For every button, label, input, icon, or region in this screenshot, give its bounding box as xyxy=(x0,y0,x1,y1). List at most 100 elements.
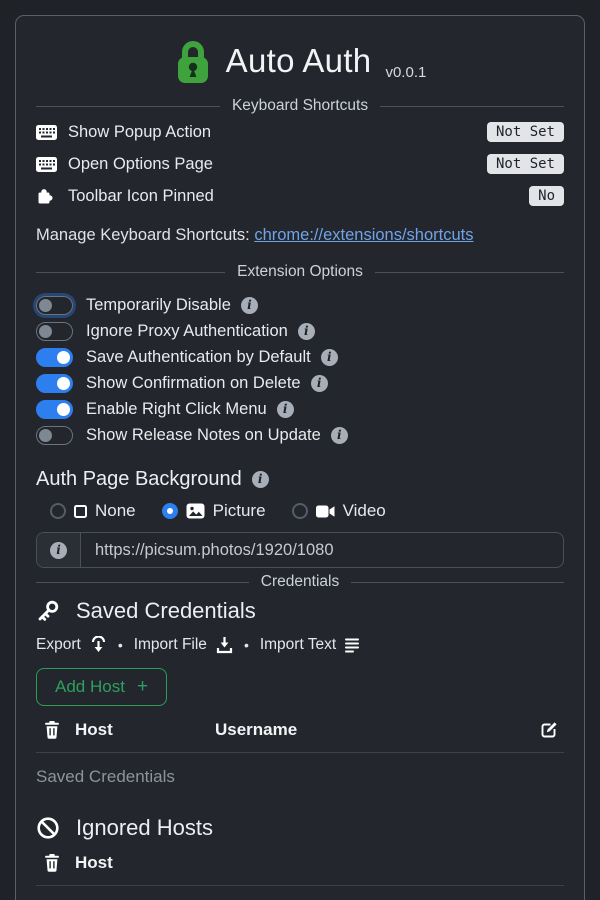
key-icon xyxy=(36,599,60,623)
background-url-field: i xyxy=(36,532,564,568)
toggle-label: Show Release Notes on Update xyxy=(86,426,321,445)
auth-page-background-heading: Auth Page Background i xyxy=(36,466,564,492)
delete-column-icon[interactable] xyxy=(44,854,60,872)
edit-column-icon[interactable] xyxy=(540,721,558,739)
keyboard-shortcuts-divider: Keyboard Shortcuts xyxy=(36,96,564,116)
page-title: Auto Auth xyxy=(226,42,372,80)
credentials-table-header: Host Username xyxy=(36,716,564,744)
info-icon[interactable]: i xyxy=(331,427,348,444)
import-file-button[interactable]: Import File xyxy=(134,636,233,654)
toggle-ignore-proxy-auth[interactable] xyxy=(36,322,73,341)
no-entry-icon xyxy=(36,816,60,840)
info-icon[interactable]: i xyxy=(241,297,258,314)
radio-video[interactable]: Video xyxy=(292,501,386,521)
toggle-label: Ignore Proxy Authentication xyxy=(86,322,288,341)
toggle-temporarily-disable[interactable] xyxy=(36,296,73,315)
extension-options-divider: Extension Options xyxy=(36,262,564,282)
toggle-row-temporarily-disable: Temporarily Disable i xyxy=(36,292,564,318)
add-host-button[interactable]: Add Host + xyxy=(36,668,167,706)
radio-circle[interactable] xyxy=(50,503,66,519)
saved-credentials-caption: Saved Credentials xyxy=(36,767,564,789)
lock-icon xyxy=(174,37,212,85)
divider-label: Keyboard Shortcuts xyxy=(220,97,380,115)
shortcut-row-popup: Show Popup Action Not Set xyxy=(36,116,564,148)
background-type-radios: None Picture Video xyxy=(36,500,564,522)
toggle-row-confirm-delete: Show Confirmation on Delete i xyxy=(36,370,564,396)
toggle-save-auth-default[interactable] xyxy=(36,348,73,367)
import-text-button[interactable]: Import Text xyxy=(260,636,360,654)
divider-label: Credentials xyxy=(249,573,351,591)
none-icon xyxy=(74,505,87,518)
shortcut-label: Open Options Page xyxy=(68,155,213,174)
shortcut-label: Show Popup Action xyxy=(68,123,211,142)
radio-none[interactable]: None xyxy=(50,501,136,521)
import-file-icon xyxy=(216,636,233,654)
plus-icon: + xyxy=(137,676,148,698)
section-title: Ignored Hosts xyxy=(76,815,213,841)
info-icon[interactable]: i xyxy=(298,323,315,340)
export-label: Export xyxy=(36,636,81,654)
toggle-show-confirmation-delete[interactable] xyxy=(36,374,73,393)
background-url-input[interactable] xyxy=(81,533,563,567)
manage-shortcuts-link[interactable]: chrome://extensions/shortcuts xyxy=(254,226,473,244)
import-text-icon xyxy=(345,638,360,653)
radio-picture[interactable]: Picture xyxy=(162,501,266,521)
app-header: Auto Auth v0.0.1 xyxy=(36,32,564,90)
column-host: Host xyxy=(75,720,215,740)
video-icon xyxy=(316,505,335,518)
info-icon[interactable]: i xyxy=(321,349,338,366)
separator-dot: • xyxy=(118,637,123,653)
toggle-row-right-click: Enable Right Click Menu i xyxy=(36,396,564,422)
puzzle-icon xyxy=(36,187,62,205)
table-rule xyxy=(36,885,564,886)
section-title: Saved Credentials xyxy=(76,598,256,624)
manage-shortcuts-label: Manage Keyboard Shortcuts: xyxy=(36,226,250,244)
shortcut-row-options: Open Options Page Not Set xyxy=(36,148,564,180)
table-rule xyxy=(36,752,564,753)
shortcut-row-pinned: Toolbar Icon Pinned No xyxy=(36,180,564,212)
picture-icon xyxy=(186,503,205,519)
manage-shortcuts-line: Manage Keyboard Shortcuts: chrome://exte… xyxy=(36,226,564,250)
options-page-card: Auto Auth v0.0.1 Keyboard Shortcuts Show… xyxy=(15,15,585,900)
keyboard-icon xyxy=(36,125,62,140)
radio-circle[interactable] xyxy=(162,503,178,519)
app-version: v0.0.1 xyxy=(385,64,426,90)
credentials-divider: Credentials xyxy=(36,572,564,592)
separator-dot: • xyxy=(244,637,249,653)
toggle-enable-right-click-menu[interactable] xyxy=(36,400,73,419)
shortcut-value-badge: No xyxy=(529,186,564,206)
import-file-label: Import File xyxy=(134,636,207,654)
toggle-label: Save Authentication by Default xyxy=(86,348,311,367)
toggle-label: Enable Right Click Menu xyxy=(86,400,267,419)
export-button[interactable]: Export xyxy=(36,636,107,654)
radio-label: Video xyxy=(343,501,386,521)
toggle-row-save-auth: Save Authentication by Default i xyxy=(36,344,564,370)
toggle-show-release-notes[interactable] xyxy=(36,426,73,445)
divider-label: Extension Options xyxy=(225,263,375,281)
section-title: Auth Page Background xyxy=(36,468,242,491)
keyboard-icon xyxy=(36,157,62,172)
saved-credentials-heading: Saved Credentials xyxy=(36,596,564,626)
ignored-hosts-heading: Ignored Hosts xyxy=(36,813,564,843)
radio-label: None xyxy=(95,501,136,521)
credentials-actions: Export • Import File • Import xyxy=(36,634,564,656)
delete-column-icon[interactable] xyxy=(44,721,60,739)
add-host-label: Add Host xyxy=(55,677,125,697)
info-icon: i xyxy=(37,533,81,567)
export-icon xyxy=(90,636,107,654)
info-icon[interactable]: i xyxy=(277,401,294,418)
shortcut-label: Toolbar Icon Pinned xyxy=(68,187,214,206)
shortcut-value-badge: Not Set xyxy=(487,154,564,174)
shortcut-value-badge: Not Set xyxy=(487,122,564,142)
column-host: Host xyxy=(75,853,215,873)
import-text-label: Import Text xyxy=(260,636,336,654)
info-icon[interactable]: i xyxy=(252,471,269,488)
toggle-label: Temporarily Disable xyxy=(86,296,231,315)
toggle-row-release-notes: Show Release Notes on Update i xyxy=(36,422,564,448)
toggle-label: Show Confirmation on Delete xyxy=(86,374,301,393)
toggle-row-ignore-proxy: Ignore Proxy Authentication i xyxy=(36,318,564,344)
info-icon[interactable]: i xyxy=(311,375,328,392)
column-username: Username xyxy=(215,720,540,740)
extension-options-list: Temporarily Disable i Ignore Proxy Authe… xyxy=(36,292,564,448)
radio-circle[interactable] xyxy=(292,503,308,519)
